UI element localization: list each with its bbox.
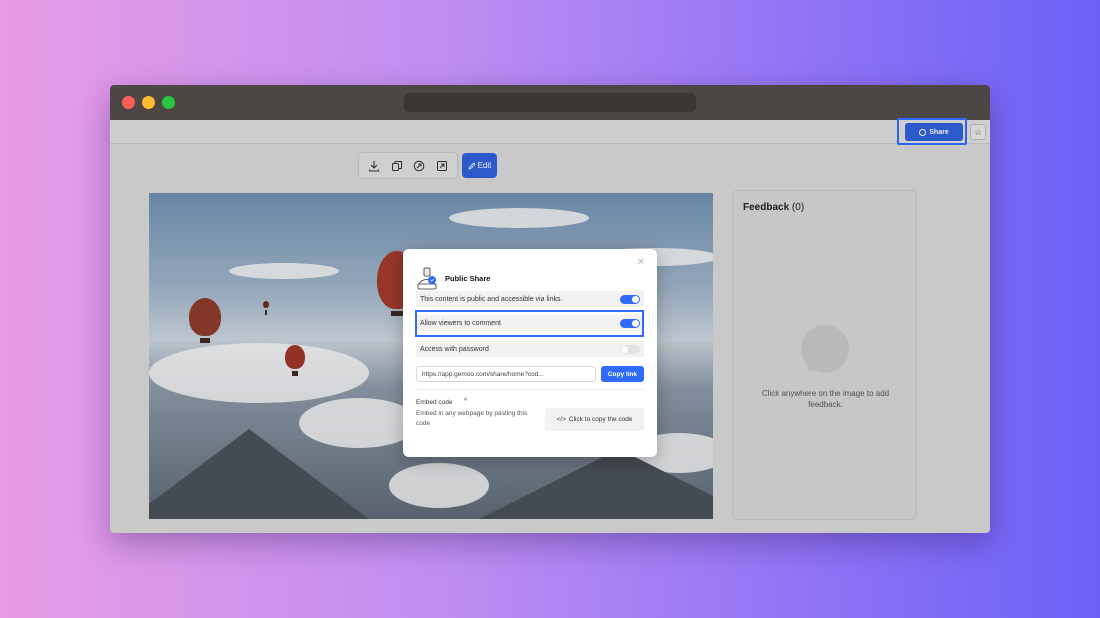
- copy-code-button[interactable]: </> Click to copy the code: [545, 408, 644, 431]
- chevron-up-icon[interactable]: ^: [464, 398, 467, 405]
- password-access-row: Access with password: [416, 341, 644, 357]
- code-icon: </>: [556, 416, 566, 423]
- embed-code-toggle[interactable]: Embed code: [416, 399, 453, 406]
- dialog-title: Public Share: [445, 274, 491, 283]
- divider: [416, 389, 644, 390]
- public-access-row: This content is public and accessible vi…: [416, 291, 644, 307]
- password-access-toggle[interactable]: [620, 344, 640, 354]
- address-bar[interactable]: [404, 93, 696, 112]
- close-window-button[interactable]: [122, 96, 135, 109]
- maximize-window-button[interactable]: [162, 96, 175, 109]
- minimize-window-button[interactable]: [142, 96, 155, 109]
- browser-window: Share ☆ Edit Feedback (0) Click anywhere…: [110, 85, 990, 533]
- embed-description: Embed in any webpage by pasting this cod…: [416, 410, 528, 427]
- public-share-dialog: ✕ Public Share This content is public an…: [403, 249, 657, 457]
- public-access-label: This content is public and accessible vi…: [420, 295, 563, 303]
- close-icon[interactable]: ✕: [637, 257, 645, 268]
- copy-code-label: Click to copy the code: [568, 416, 633, 423]
- public-access-toggle[interactable]: [620, 294, 640, 304]
- allow-comment-highlight: [415, 310, 644, 337]
- password-access-label: Access with password: [420, 345, 489, 353]
- share-illustration-icon: [417, 267, 437, 290]
- title-bar: [110, 85, 990, 120]
- share-link-field[interactable]: https://app.gemoo.com/share/home?cod...: [416, 366, 596, 382]
- copy-link-button[interactable]: Copy link: [601, 366, 644, 382]
